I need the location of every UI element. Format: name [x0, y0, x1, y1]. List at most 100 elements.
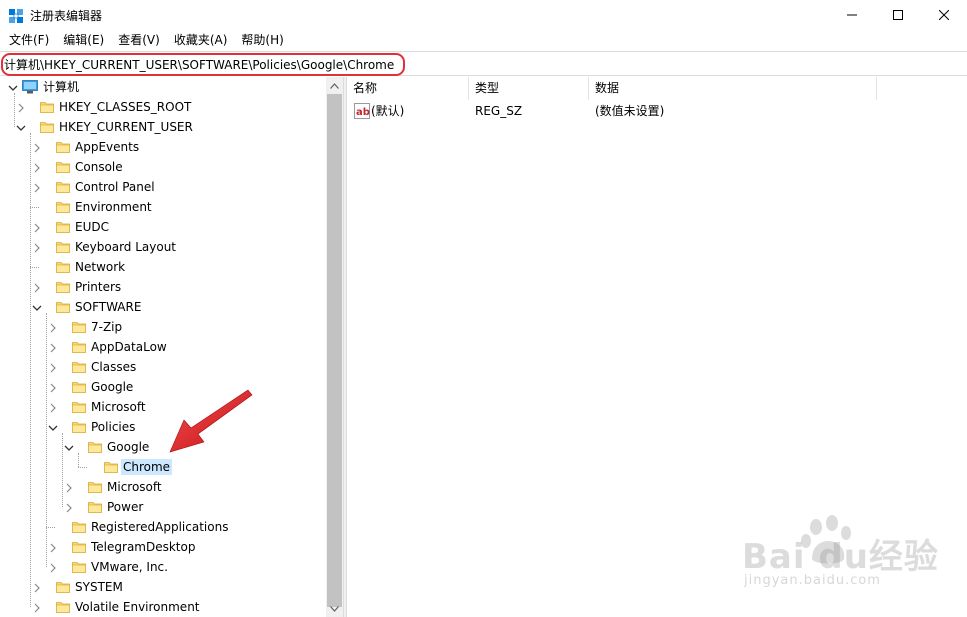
tree-item[interactable]: HKEY_CURRENT_USER	[0, 117, 326, 137]
scroll-thumb[interactable]	[327, 94, 342, 607]
tree-item[interactable]: Microsoft	[0, 477, 326, 497]
tree-item-label: Policies	[91, 420, 136, 434]
chevron-right-icon[interactable]	[64, 482, 74, 493]
regedit-app-icon	[9, 9, 23, 23]
tree-item[interactable]: Keyboard Layout	[0, 237, 326, 257]
folder-icon	[56, 600, 70, 614]
value-data: (数值未设置)	[595, 104, 665, 118]
menu-edit[interactable]: 编辑(E)	[56, 30, 111, 50]
chevron-right-icon[interactable]	[32, 142, 42, 153]
menu-help[interactable]: 帮助(H)	[234, 30, 290, 50]
value-type: REG_SZ	[475, 104, 523, 118]
folder-icon	[40, 100, 54, 114]
chevron-right-icon[interactable]	[32, 242, 42, 253]
chevron-down-icon[interactable]	[8, 82, 18, 92]
column-header-type[interactable]: 类型	[469, 77, 589, 100]
tree-item[interactable]: HKEY_CLASSES_ROOT	[0, 97, 326, 117]
tree-item[interactable]: Volatile Environment	[0, 597, 326, 617]
chevron-right-icon[interactable]	[32, 182, 42, 193]
tree-item[interactable]: Classes	[0, 357, 326, 377]
chevron-right-icon[interactable]	[48, 362, 58, 373]
tree-item-label: HKEY_CURRENT_USER	[59, 120, 193, 134]
tree-item[interactable]: 7-Zip	[0, 317, 326, 337]
chevron-right-icon[interactable]	[32, 282, 42, 293]
title-bar: 注册表编辑器	[0, 0, 967, 30]
folder-icon	[56, 240, 70, 254]
chevron-right-icon[interactable]	[32, 162, 42, 173]
address-path[interactable]: 计算机\HKEY_CURRENT_USER\SOFTWARE\Policies\…	[4, 56, 394, 73]
chevron-right-icon[interactable]	[64, 502, 74, 513]
folder-icon	[88, 480, 102, 494]
value-name: (默认)	[371, 104, 405, 118]
chevron-right-icon[interactable]	[48, 402, 58, 413]
minimize-button[interactable]	[829, 0, 875, 30]
chevron-right-icon[interactable]	[48, 562, 58, 573]
tree-item-label: 7-Zip	[91, 320, 123, 334]
tree-item[interactable]: Policies	[0, 417, 326, 437]
tree-item-label: Google	[107, 440, 150, 454]
chevron-down-icon[interactable]	[64, 442, 74, 452]
column-header-data[interactable]: 数据	[589, 77, 877, 100]
folder-icon	[88, 500, 102, 514]
chevron-right-icon[interactable]	[48, 542, 58, 553]
value-row[interactable]: (默认) REG_SZ (数值未设置)	[347, 101, 967, 121]
address-bar[interactable]: 计算机\HKEY_CURRENT_USER\SOFTWARE\Policies\…	[0, 51, 967, 76]
tree-item-label: Keyboard Layout	[75, 240, 177, 254]
chevron-right-icon[interactable]	[16, 102, 26, 113]
menu-view[interactable]: 查看(V)	[111, 30, 167, 50]
chevron-right-icon[interactable]	[48, 342, 58, 353]
chevron-down-icon[interactable]	[48, 422, 58, 432]
tree-item[interactable]: Chrome	[0, 457, 326, 477]
chevron-down-icon[interactable]	[16, 122, 26, 132]
folder-icon	[56, 260, 70, 274]
folder-icon	[72, 540, 86, 554]
tree-item[interactable]: 计算机	[0, 77, 326, 97]
tree-item-label: SOFTWARE	[75, 300, 142, 314]
tree-item[interactable]: VMware, Inc.	[0, 557, 326, 577]
tree-item[interactable]: Network	[0, 257, 326, 277]
chevron-right-icon[interactable]	[32, 582, 42, 593]
tree-item[interactable]: Power	[0, 497, 326, 517]
tree-scrollbar[interactable]	[326, 77, 343, 617]
chevron-down-icon[interactable]	[32, 302, 42, 312]
tree-item[interactable]: Printers	[0, 277, 326, 297]
tree-item-label: SYSTEM	[75, 580, 123, 594]
chevron-up-icon	[330, 82, 339, 89]
menu-file[interactable]: 文件(F)	[2, 30, 56, 50]
values-list[interactable]: 名称 类型 数据 ab (默认) REG_SZ (数值未设置)	[347, 77, 967, 617]
minimize-icon	[847, 14, 857, 16]
tree-item[interactable]: AppEvents	[0, 137, 326, 157]
tree-item[interactable]: EUDC	[0, 217, 326, 237]
tree-item[interactable]: SOFTWARE	[0, 297, 326, 317]
tree-item[interactable]: Console	[0, 157, 326, 177]
chevron-right-icon[interactable]	[48, 322, 58, 333]
folder-icon	[56, 220, 70, 234]
scroll-up-button[interactable]	[326, 77, 343, 94]
tree-item[interactable]: RegisteredApplications	[0, 517, 326, 537]
tree-item-label: AppDataLow	[91, 340, 167, 354]
tree-item-label: RegisteredApplications	[91, 520, 229, 534]
tree-item[interactable]: Control Panel	[0, 177, 326, 197]
scroll-down-button[interactable]	[326, 600, 343, 617]
tree-item-label: Console	[75, 160, 123, 174]
tree-item[interactable]: AppDataLow	[0, 337, 326, 357]
tree-item-label: AppEvents	[75, 140, 140, 154]
tree-item[interactable]: Google	[0, 437, 326, 457]
tree-item[interactable]: Google	[0, 377, 326, 397]
tree-item-label: Microsoft	[107, 480, 162, 494]
tree-item[interactable]: Environment	[0, 197, 326, 217]
chevron-right-icon[interactable]	[32, 602, 42, 613]
tree-item-label: Power	[107, 500, 144, 514]
tree-item[interactable]: Microsoft	[0, 397, 326, 417]
menu-favorites[interactable]: 收藏夹(A)	[167, 30, 235, 50]
column-header-name[interactable]: 名称	[347, 77, 469, 100]
chevron-right-icon[interactable]	[32, 222, 42, 233]
close-button[interactable]	[921, 0, 967, 30]
tree-item[interactable]: TelegramDesktop	[0, 537, 326, 557]
chevron-right-icon[interactable]	[48, 382, 58, 393]
tree-item[interactable]: SYSTEM	[0, 577, 326, 597]
key-tree[interactable]: 计算机 HKEY_CLASSES_ROOT HKEY_CURRENT_USER App…	[0, 77, 343, 617]
maximize-button[interactable]	[875, 0, 921, 30]
tree-item-label: Network	[75, 260, 126, 274]
folder-icon	[72, 320, 86, 334]
